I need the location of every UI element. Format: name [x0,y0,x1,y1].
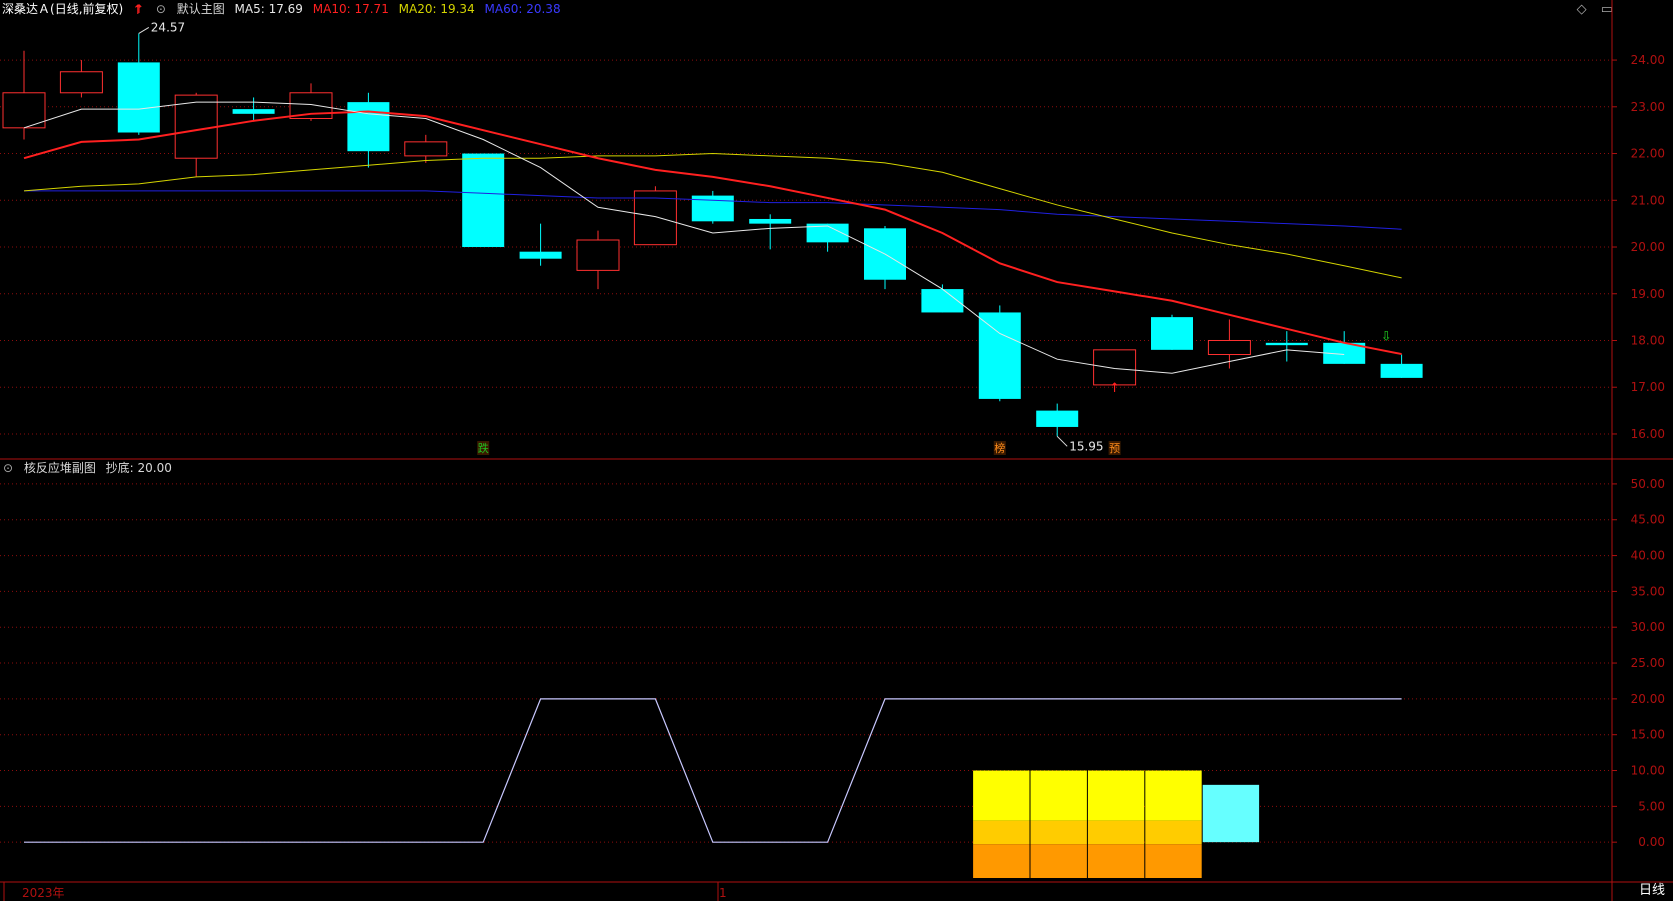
candle [1036,403,1079,437]
candle-body [174,94,218,159]
bar-segment [1030,770,1087,821]
bar-segment [973,844,1030,878]
y-tick-label: 10.00 [1631,764,1665,778]
bar-segment [1087,844,1145,878]
candle-body [978,312,1021,399]
candle-body [59,71,103,94]
candle [978,305,1021,402]
candle [1380,354,1423,378]
candle-body [1380,363,1423,378]
bar-segment [1030,820,1087,845]
candle-body [404,141,448,157]
annotation-label: 15.95 [1069,439,1103,453]
candle-body [462,153,505,248]
bar-segment [1087,820,1145,845]
y-tick-label: 22.00 [1631,147,1665,161]
candle [749,214,792,250]
candle [462,153,505,248]
x-axis-marker-label: 1 [719,886,727,900]
bar-segment [973,820,1030,845]
candle-body [519,251,562,259]
candle-body [232,109,275,114]
candle-body [576,239,620,271]
y-tick-label: 25.00 [1631,656,1665,670]
y-tick-label: 23.00 [1631,100,1665,114]
candle-body [1151,317,1193,350]
indicator-bar [1030,770,1087,878]
candle [864,225,906,290]
candle [2,50,46,140]
bar-segment [1145,844,1202,878]
indicator-bar [1087,770,1145,878]
y-tick-label: 50.00 [1631,477,1665,491]
candle [174,92,218,177]
candle-body [1265,342,1308,346]
candle [347,92,390,168]
y-tick-label: 15.00 [1631,728,1665,742]
y-tick-label: 0.00 [1638,835,1665,849]
y-tick-label: 35.00 [1631,584,1665,598]
candle [1323,331,1366,364]
candle-body [1036,410,1079,427]
candle [59,60,103,98]
x-axis-year-label: 2023年 [22,886,65,900]
ma5-line [23,101,1345,374]
annotation-label: 24.57 [151,20,185,34]
y-tick-label: 5.00 [1638,799,1665,813]
candle-body [347,102,390,152]
candle [1151,314,1193,350]
indicator-bar [1202,784,1260,843]
annotation-leader [1056,435,1068,447]
y-tick-label: 17.00 [1631,380,1665,394]
bar-segment [1087,770,1145,821]
annotation-leader [138,26,150,34]
bar-segment [1202,784,1260,843]
signal-arrow-up: ↑ [132,3,143,18]
y-tick-label: 16.00 [1631,427,1665,441]
candle [1093,349,1137,386]
y-tick-label: 20.00 [1631,240,1665,254]
candle [633,186,677,246]
signal-label: 跌 [478,441,489,455]
candle [576,230,620,290]
candle [691,190,734,224]
indicator-bar [1145,770,1202,878]
candle-body [749,218,792,224]
y-tick-label: 21.00 [1631,193,1665,207]
signal-label: 预 [1109,442,1120,455]
bar-segment [1030,844,1087,878]
candle [404,134,448,163]
signal-arrow-up: ↑ [1109,381,1120,396]
y-tick-label: 24.00 [1631,53,1665,67]
y-tick-label: 19.00 [1631,287,1665,301]
candle [232,97,275,121]
signal-arrow-down: ⇩ [1381,329,1392,344]
candle [519,223,562,266]
y-tick-label: 18.00 [1631,333,1665,347]
y-tick-label: 20.00 [1631,692,1665,706]
indicator-bar [973,770,1030,878]
candle [1265,331,1308,362]
candle-body [117,62,160,133]
candle-body [1093,349,1137,386]
bar-segment [1145,820,1202,845]
signal-label: 榜 [994,441,1005,455]
y-tick-label: 45.00 [1631,513,1665,527]
period-button[interactable]: 日线 [1639,879,1665,898]
candle-body [1207,339,1251,356]
kline-chart[interactable]: 24.00 23.00 22.00 21.00 20.00 19.00 18.00 17.00… [0,0,1673,901]
bar-segment [1145,770,1202,821]
candle [117,33,160,135]
bar-segment [973,770,1030,821]
y-tick-label: 30.00 [1631,620,1665,634]
y-tick-label: 40.00 [1631,549,1665,563]
